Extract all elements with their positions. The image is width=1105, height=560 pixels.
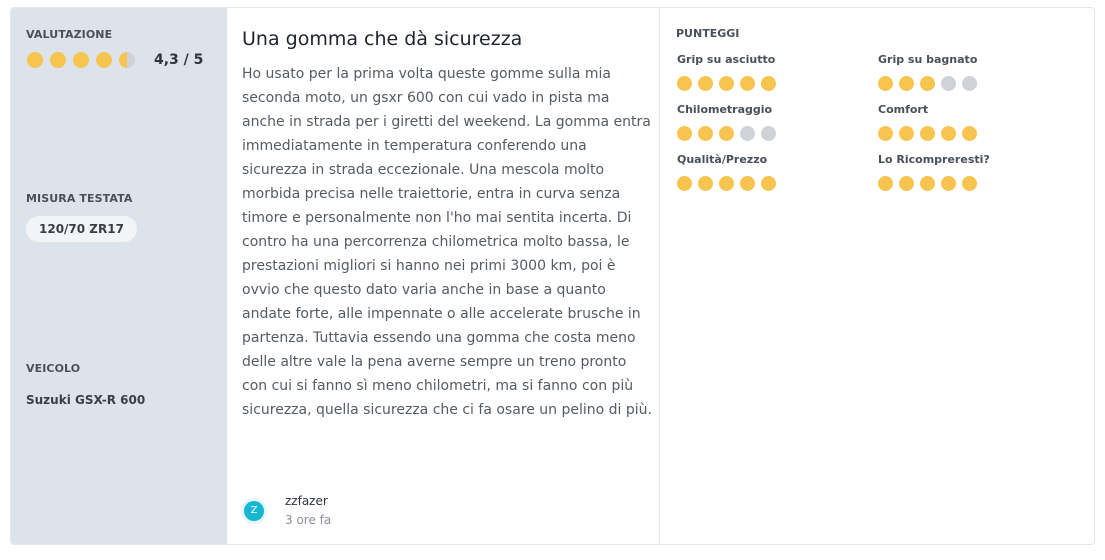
score-grip-wet: Grip su bagnato [878, 53, 1078, 95]
score-dot-icon [899, 76, 914, 91]
vehicle-value: Suzuki GSX-R 600 [26, 393, 146, 407]
review-sidebar: VALUTAZIONE 4,3 / 5 MISURA TESTATA 120/7… [11, 8, 227, 544]
score-dot-icon [719, 176, 734, 191]
rating-score: 4,3 / 5 [154, 52, 204, 68]
review-author: Z zzfazer 3 ore fa [244, 493, 331, 529]
scores-title: PUNTEGGI [676, 27, 740, 40]
score-dot-icon [698, 126, 713, 141]
score-dot-icon [962, 176, 977, 191]
score-label: Lo Ricompreresti? [878, 153, 990, 166]
score-dot-icon [698, 76, 713, 91]
score-value-for-money: Qualità/Prezzo [677, 153, 877, 195]
score-dot-icon [941, 126, 956, 141]
score-label: Grip su asciutto [677, 53, 776, 66]
score-label: Chilometraggio [677, 103, 773, 116]
rating-dot-icon [119, 52, 135, 68]
score-label: Comfort [878, 103, 929, 116]
score-grip-dry: Grip su asciutto [677, 53, 877, 95]
score-dot-icon [899, 126, 914, 141]
tested-size-label: MISURA TESTATA [26, 192, 133, 205]
score-dot-icon [899, 176, 914, 191]
score-dot-icon [941, 76, 956, 91]
author-name[interactable]: zzfazer [285, 493, 331, 509]
review-body: Ho usato per la prima volta queste gomme… [242, 66, 652, 418]
tested-size-badge: 120/70 ZR17 [26, 216, 137, 242]
rating-dot-icon [73, 52, 89, 68]
score-dot-icon [719, 126, 734, 141]
score-would-buy-again: Lo Ricompreresti? [878, 153, 1078, 195]
avatar[interactable]: Z [244, 501, 264, 521]
review-card: VALUTAZIONE 4,3 / 5 MISURA TESTATA 120/7… [10, 7, 1095, 545]
score-dot-icon [920, 176, 935, 191]
score-dot-icon [878, 176, 893, 191]
score-dot-icon [920, 126, 935, 141]
score-mileage: Chilometraggio [677, 103, 877, 145]
score-dot-icon [740, 126, 755, 141]
review-content: Una gomma che dà sicurezza Ho usato per … [227, 8, 660, 544]
vehicle-label: VEICOLO [26, 362, 81, 375]
rating-dot-icon [96, 52, 112, 68]
review-time: 3 ore fa [285, 513, 332, 527]
score-dot-icon [740, 176, 755, 191]
rating-label: VALUTAZIONE [26, 28, 113, 41]
score-dot-icon [740, 76, 755, 91]
score-dot-icon [941, 176, 956, 191]
score-dot-icon [719, 76, 734, 91]
score-dot-icon [677, 176, 692, 191]
score-dot-icon [677, 126, 692, 141]
score-dot-icon [878, 76, 893, 91]
rating-dot-icon [50, 52, 66, 68]
score-dot-icon [698, 176, 713, 191]
score-dot-icon [962, 76, 977, 91]
score-dot-icon [761, 76, 776, 91]
review-title: Una gomma che dà sicurezza [242, 28, 523, 50]
rating-dot-icon [27, 52, 43, 68]
score-comfort: Comfort [878, 103, 1078, 145]
score-dot-icon [920, 76, 935, 91]
score-dot-icon [878, 126, 893, 141]
overall-rating: 4,3 / 5 [27, 52, 203, 68]
score-label: Qualità/Prezzo [677, 153, 768, 166]
scores-panel: PUNTEGGI Grip su asciutto Grip su bagnat… [660, 8, 1094, 544]
score-dot-icon [962, 126, 977, 141]
score-dot-icon [677, 76, 692, 91]
score-label: Grip su bagnato [878, 53, 978, 66]
score-dot-icon [761, 176, 776, 191]
score-dot-icon [761, 126, 776, 141]
